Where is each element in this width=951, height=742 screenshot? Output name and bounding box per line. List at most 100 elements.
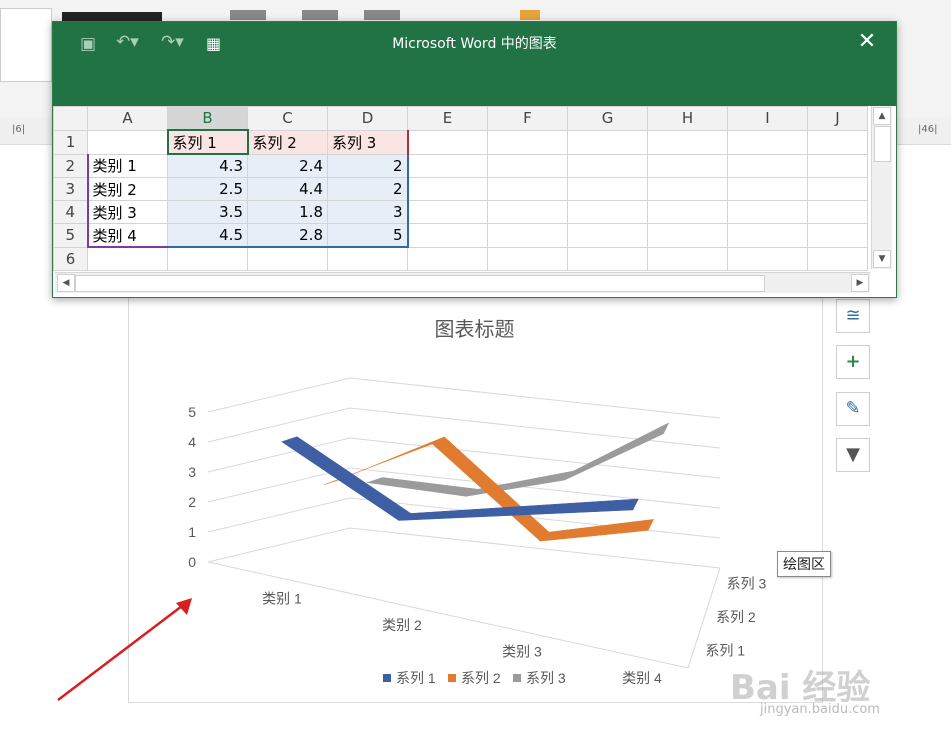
legend-label: 系列 2: [461, 670, 501, 686]
scroll-up-icon[interactable]: ▲: [873, 107, 891, 125]
cell-empty[interactable]: [727, 223, 808, 248]
chart-elements-icon[interactable]: +: [836, 345, 870, 379]
chart-styles-brush-icon[interactable]: ✎: [836, 392, 870, 426]
cell-empty[interactable]: [327, 246, 408, 271]
cell-b3[interactable]: 2.5: [167, 177, 248, 201]
cell-empty[interactable]: [727, 177, 808, 201]
layout-options-icon[interactable]: ≅: [836, 299, 870, 333]
chart-data-window[interactable]: ▣ ↶▾ ↷▾ ▦ Microsoft Word 中的图表 ✕ A B C D …: [52, 21, 897, 298]
cell-empty[interactable]: [487, 153, 568, 178]
col-header-j[interactable]: J: [807, 106, 868, 131]
cell-c2[interactable]: 2.4: [247, 153, 328, 178]
cell-empty[interactable]: [487, 246, 568, 271]
cell-c3[interactable]: 4.4: [247, 177, 328, 201]
cell-a4[interactable]: 类别 3: [86, 200, 168, 224]
cell-empty[interactable]: [647, 200, 728, 224]
cell-empty[interactable]: [647, 129, 728, 155]
vertical-scroll-thumb[interactable]: [874, 126, 891, 162]
cell-d3[interactable]: 2: [327, 177, 409, 201]
row-header[interactable]: 5: [53, 223, 88, 248]
cell-empty[interactable]: [247, 246, 328, 271]
cell-c5[interactable]: 2.8: [247, 223, 328, 248]
cell-empty[interactable]: [487, 200, 568, 224]
cell-empty[interactable]: [407, 200, 488, 224]
horizontal-scroll-thumb[interactable]: [75, 275, 765, 292]
col-header-d[interactable]: D: [327, 106, 408, 131]
cell-d2[interactable]: 2: [327, 153, 409, 178]
cell-empty[interactable]: [807, 129, 868, 155]
scroll-right-icon[interactable]: ▶: [851, 274, 869, 292]
col-header-f[interactable]: F: [487, 106, 568, 131]
row-header[interactable]: 1: [53, 129, 88, 155]
window-titlebar[interactable]: ▣ ↶▾ ↷▾ ▦ Microsoft Word 中的图表 ✕: [53, 22, 896, 106]
cell-empty[interactable]: [567, 177, 648, 201]
col-header-g[interactable]: G: [567, 106, 648, 131]
row-header[interactable]: 3: [53, 177, 88, 201]
cell-a3[interactable]: 类别 2: [86, 177, 168, 201]
cell-a1[interactable]: [87, 129, 168, 155]
cell-empty[interactable]: [487, 129, 568, 155]
cell-empty[interactable]: [167, 246, 248, 271]
cell-empty[interactable]: [647, 153, 728, 178]
col-header-b[interactable]: B: [167, 106, 248, 131]
cell-empty[interactable]: [727, 129, 808, 155]
cell-empty[interactable]: [487, 223, 568, 248]
col-header-e[interactable]: E: [407, 106, 488, 131]
cell-empty[interactable]: [647, 223, 728, 248]
spreadsheet-grid[interactable]: A B C D E F G H I J 1 系列 1 系列 2 系列 3 2 类…: [53, 106, 896, 297]
cell-d5[interactable]: 5: [327, 223, 409, 248]
cell-empty[interactable]: [567, 129, 648, 155]
cell-empty[interactable]: [647, 177, 728, 201]
cell-empty[interactable]: [567, 200, 648, 224]
col-header-c[interactable]: C: [247, 106, 328, 131]
y-tick-label: 5: [188, 404, 196, 420]
col-header-a[interactable]: A: [87, 106, 168, 131]
cell-empty[interactable]: [807, 200, 868, 224]
series-ribbon-segment: [539, 519, 655, 542]
cell-a2[interactable]: 类别 1: [86, 153, 168, 178]
cell-empty[interactable]: [407, 223, 488, 248]
cell-empty[interactable]: [567, 246, 648, 271]
cell-empty[interactable]: [487, 177, 568, 201]
cell-empty[interactable]: [407, 177, 488, 201]
cell-empty[interactable]: [807, 153, 868, 178]
col-header-h[interactable]: H: [647, 106, 728, 131]
col-header-i[interactable]: I: [727, 106, 808, 131]
cell-b1[interactable]: 系列 1: [166, 129, 249, 155]
cell-empty[interactable]: [407, 246, 488, 271]
vertical-scrollbar[interactable]: ▲ ▼: [871, 106, 892, 269]
row-header[interactable]: 4: [53, 200, 88, 224]
cell-b4[interactable]: 3.5: [167, 200, 248, 224]
cell-d4[interactable]: 3: [327, 200, 409, 224]
x-tick-label: 类别 2: [382, 617, 422, 633]
cell-c4[interactable]: 1.8: [247, 200, 328, 224]
close-button[interactable]: ✕: [853, 28, 881, 56]
scroll-left-icon[interactable]: ◀: [57, 274, 75, 292]
cell-empty[interactable]: [727, 246, 808, 271]
cell-empty[interactable]: [727, 200, 808, 224]
chart-filter-icon[interactable]: ▼: [836, 438, 870, 472]
row-header[interactable]: 6: [53, 246, 88, 271]
cell-empty[interactable]: [727, 153, 808, 178]
cell-empty[interactable]: [87, 246, 168, 271]
cell-empty[interactable]: [807, 223, 868, 248]
cell-d1[interactable]: 系列 3: [327, 129, 409, 155]
cell-empty[interactable]: [407, 153, 488, 178]
cell-empty[interactable]: [407, 129, 488, 155]
spreadsheet-table[interactable]: A B C D E F G H I J 1 系列 1 系列 2 系列 3 2 类…: [53, 106, 868, 271]
row-header[interactable]: 2: [53, 153, 88, 178]
y-tick-label: 3: [188, 464, 196, 480]
cell-empty[interactable]: [807, 177, 868, 201]
cell-a5[interactable]: 类别 4: [86, 223, 168, 248]
cell-b2[interactable]: 4.3: [167, 153, 248, 178]
horizontal-scrollbar[interactable]: ◀ ▶: [55, 272, 870, 293]
cell-b5[interactable]: 4.5: [167, 223, 248, 248]
cell-empty[interactable]: [807, 246, 868, 271]
cell-empty[interactable]: [567, 223, 648, 248]
legend-swatch: [513, 674, 521, 682]
scroll-down-icon[interactable]: ▼: [873, 250, 891, 268]
cell-c1[interactable]: 系列 2: [247, 129, 328, 155]
cell-empty[interactable]: [567, 153, 648, 178]
select-all-corner[interactable]: [53, 106, 88, 131]
cell-empty[interactable]: [647, 246, 728, 271]
